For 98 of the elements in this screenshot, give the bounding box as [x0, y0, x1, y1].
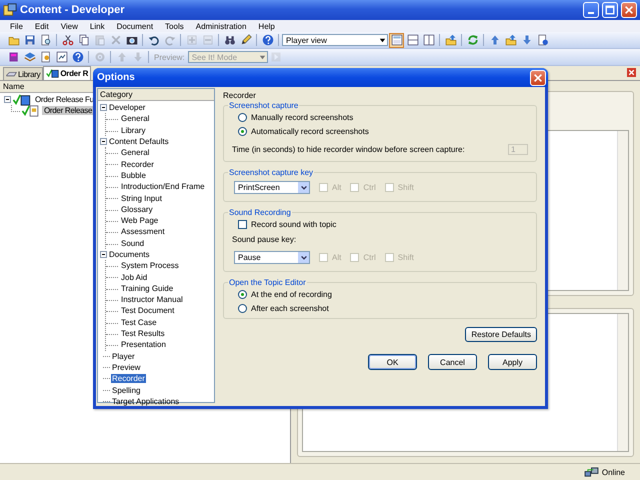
- menu-item[interactable]: Document: [116, 22, 154, 30]
- radio-button[interactable]: [238, 304, 247, 312]
- view-dropdown[interactable]: Player view: [282, 34, 388, 46]
- category-item[interactable]: String Input: [120, 194, 163, 203]
- option-label: At the end of recording: [251, 290, 332, 298]
- collapse-icon[interactable]: [100, 138, 107, 146]
- collapse-icon[interactable]: [4, 96, 11, 103]
- document-tab[interactable]: Order R: [43, 66, 92, 80]
- caret-icon: [378, 36, 387, 44]
- option-label: Record sound with topic: [251, 220, 336, 228]
- option-label: Shift: [398, 183, 414, 192]
- category-item[interactable]: Library: [120, 126, 146, 135]
- checked-page-icon: [21, 104, 41, 116]
- category-item[interactable]: System Process: [120, 261, 180, 270]
- category-item[interactable]: Job Aid: [120, 272, 148, 282]
- checkbox[interactable]: [238, 220, 247, 228]
- page-title: Recorder: [223, 91, 257, 101]
- category-item[interactable]: Test Document: [120, 306, 176, 316]
- category-item[interactable]: Bubble: [120, 170, 147, 180]
- category-item[interactable]: Sound: [120, 238, 146, 248]
- group-title: Sound Recording: [228, 208, 292, 217]
- minimize-button[interactable]: [583, 2, 599, 18]
- window-title: Content - Developer: [20, 4, 125, 16]
- option-label: Ctrl: [363, 253, 376, 262]
- category-item[interactable]: Presentation: [120, 340, 167, 350]
- dialog-button[interactable]: Cancel: [428, 354, 477, 370]
- category-item[interactable]: General: [120, 148, 150, 158]
- category-item[interactable]: Web Page: [120, 216, 160, 226]
- connection-status: Online: [602, 468, 625, 476]
- radio-button[interactable]: [238, 126, 247, 136]
- scrollbar[interactable]: [617, 131, 628, 290]
- group-title: Open the Topic Editor: [228, 278, 307, 287]
- category-item[interactable]: General: [120, 114, 150, 124]
- category-item[interactable]: Training Guide: [120, 284, 174, 293]
- category-item[interactable]: Introduction/End Frame: [120, 182, 206, 192]
- group-title: Screenshot capture key: [228, 168, 314, 177]
- field-label: Time (in seconds) to hide recorder window before screen capture:: [232, 145, 465, 154]
- category-item[interactable]: Instructor Manual: [120, 295, 184, 304]
- restore-defaults-button[interactable]: Restore Defaults: [465, 327, 537, 342]
- category-item[interactable]: Player: [111, 352, 136, 361]
- category-item[interactable]: Spelling: [111, 386, 142, 395]
- menu-item[interactable]: Edit: [34, 22, 49, 30]
- group-title: Screenshot capture: [228, 101, 300, 110]
- category-item[interactable]: Target Applications: [111, 396, 180, 406]
- category-item[interactable]: Test Results: [120, 329, 166, 338]
- collapse-icon[interactable]: [100, 104, 107, 112]
- option-label: Shift: [398, 253, 414, 262]
- column-header: Category: [98, 89, 214, 101]
- radio-button[interactable]: [238, 112, 247, 122]
- key-dropdown[interactable]: Pause: [234, 251, 310, 264]
- menu-item[interactable]: View: [60, 22, 78, 30]
- close-button[interactable]: [621, 2, 637, 18]
- document-tab[interactable]: Library: [3, 67, 44, 80]
- menu-item[interactable]: Administration: [196, 22, 246, 30]
- radio-button[interactable]: [238, 290, 247, 298]
- category-item[interactable]: Recorder: [120, 160, 155, 169]
- close-button[interactable]: [530, 70, 546, 86]
- caret-icon: [258, 52, 267, 62]
- menu-item[interactable]: Tools: [165, 22, 184, 30]
- close-icon: [624, 5, 634, 15]
- preview-label: Preview:: [153, 52, 186, 62]
- category-item[interactable]: Documents: [108, 250, 150, 259]
- dialog-button[interactable]: OK: [368, 354, 417, 370]
- key-dropdown[interactable]: PrintScreen: [234, 181, 310, 194]
- option-label: Alt: [332, 253, 342, 262]
- checked-book-icon: [12, 94, 32, 106]
- tree-item[interactable]: Order Release: [42, 106, 94, 115]
- field-label: Sound pause key:: [232, 235, 298, 245]
- option-label: Automatically record screenshots: [251, 126, 369, 136]
- app-icon: [3, 3, 17, 17]
- minimize-icon: [588, 12, 594, 14]
- checked-book-icon: [46, 69, 60, 78]
- category-item[interactable]: Developer: [108, 103, 146, 112]
- maximize-icon: [605, 5, 615, 15]
- option-label: After each screenshot: [251, 304, 329, 312]
- category-item[interactable]: Content Defaults: [108, 137, 170, 146]
- scrollbar[interactable]: [617, 314, 628, 451]
- dialog-title: Options: [97, 72, 135, 83]
- category-item[interactable]: Test Case: [120, 318, 158, 327]
- caret-icon: [300, 254, 308, 262]
- option-label: Manually record screenshots: [251, 112, 354, 122]
- menu-item[interactable]: Link: [90, 22, 105, 30]
- tray-icon: [6, 70, 17, 78]
- option-label: Alt: [332, 183, 342, 192]
- maximize-button[interactable]: [602, 2, 618, 18]
- category-item[interactable]: Assessment: [120, 227, 166, 236]
- category-item[interactable]: Preview: [111, 362, 142, 372]
- caret-icon: [300, 184, 308, 192]
- close-icon[interactable]: [627, 68, 636, 77]
- collapse-icon[interactable]: [100, 251, 107, 258]
- option-label: Ctrl: [363, 183, 376, 192]
- close-icon: [533, 72, 543, 82]
- menu-item[interactable]: File: [10, 22, 23, 30]
- dialog-button[interactable]: Apply: [488, 354, 537, 370]
- category-item[interactable]: Glossary: [120, 204, 154, 214]
- category-item[interactable]: Recorder: [111, 374, 146, 384]
- menu-item[interactable]: Help: [258, 22, 275, 30]
- network-icon: [584, 466, 599, 478]
